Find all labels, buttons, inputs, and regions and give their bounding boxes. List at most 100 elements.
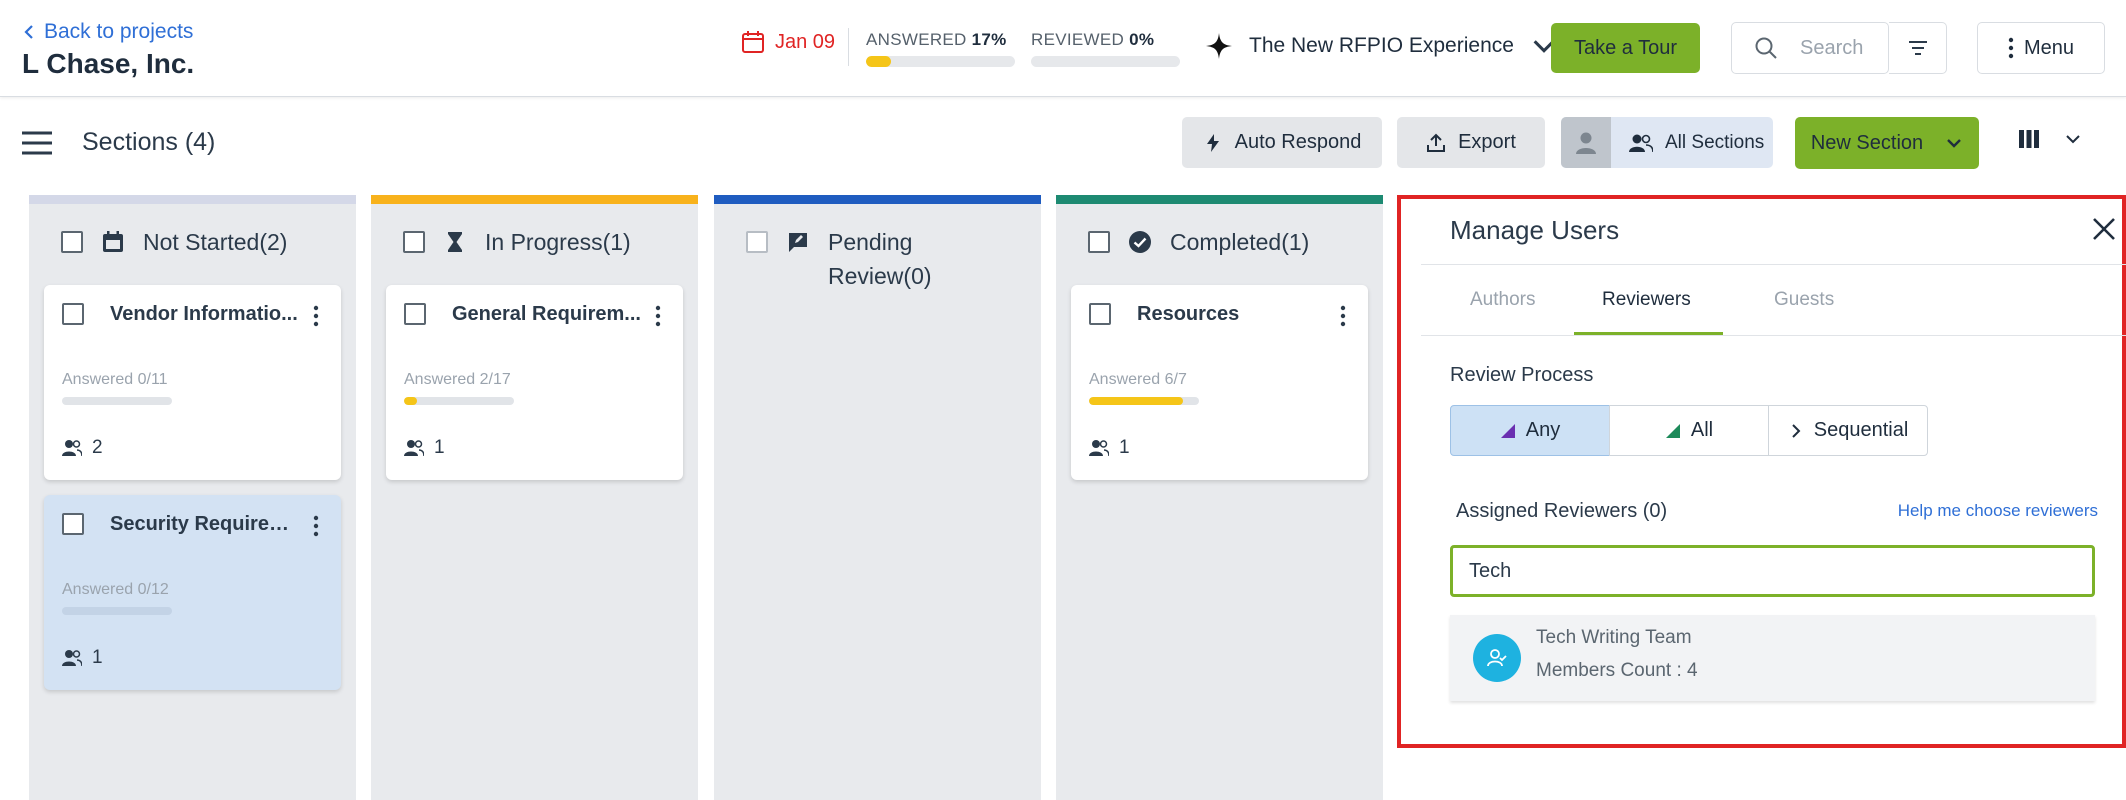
section-card[interactable]: Resources Answered 6/7 1: [1071, 285, 1368, 480]
reviewer-search-input[interactable]: [1450, 545, 2095, 597]
auto-respond-button[interactable]: Auto Respond: [1182, 117, 1382, 168]
review-process-all[interactable]: All: [1609, 405, 1769, 456]
export-label: Export: [1458, 131, 1516, 153]
kebab-icon[interactable]: [313, 305, 319, 327]
card-checkbox[interactable]: [62, 303, 84, 325]
menu-label: Menu: [2023, 36, 2075, 59]
answered-progress-bar: [866, 56, 1015, 67]
close-icon[interactable]: [2092, 217, 2116, 241]
review-icon: [789, 233, 807, 252]
upload-icon: [1427, 133, 1446, 152]
auto-respond-label: Auto Respond: [1234, 131, 1362, 153]
answered-percent: 17%: [971, 30, 1007, 49]
tab-authors[interactable]: Authors: [1470, 289, 1535, 311]
team-icon: [1487, 649, 1507, 667]
review-process-selector: Any All Sequential: [1450, 405, 1928, 456]
card-title: Security Requirem...: [110, 513, 300, 535]
column-status-bar: [714, 195, 1041, 204]
card-user-count: 1: [92, 647, 103, 668]
card-checkbox[interactable]: [404, 303, 426, 325]
users-icon: [62, 440, 82, 457]
review-process-any-label: Any: [1525, 419, 1561, 441]
card-users: 1: [1089, 437, 1130, 459]
hourglass-icon: [448, 232, 462, 252]
review-process-any[interactable]: Any: [1450, 405, 1610, 456]
section-card[interactable]: Security Requirem... Answered 0/12 1: [44, 495, 341, 690]
back-link-label: Back to projects: [44, 20, 194, 43]
column-status-bar: [1056, 195, 1383, 204]
top-header: Back to projects L Chase, Inc. Jan 09 AN…: [0, 0, 2126, 97]
review-process-label: Review Process: [1450, 364, 1594, 386]
card-users: 1: [62, 647, 103, 669]
panel-title: Manage Users: [1450, 215, 1620, 245]
column-checkbox[interactable]: [746, 231, 768, 253]
column-pending-review: Pending Review(0): [714, 195, 1041, 800]
tab-guests[interactable]: Guests: [1774, 289, 1834, 311]
back-to-projects-link[interactable]: Back to projects: [22, 20, 193, 44]
all-sections-toggle[interactable]: All Sections: [1611, 132, 1764, 154]
card-progress-fill: [1089, 397, 1184, 405]
section-card[interactable]: Vendor Informatio... Answered 0/11 2: [44, 285, 341, 480]
card-user-count: 1: [434, 437, 445, 458]
card-progress-bar: [62, 607, 172, 615]
column-title: In Progress(1): [485, 229, 631, 255]
column-checkbox[interactable]: [61, 231, 83, 253]
reviewed-metric: REVIEWED 0%: [1031, 30, 1154, 50]
section-assign-filter[interactable]: All Sections: [1561, 117, 1773, 168]
card-answered: Answered 0/11: [62, 371, 168, 388]
card-title: Vendor Informatio...: [110, 303, 298, 325]
avatar: [1561, 117, 1611, 168]
tab-divider: [1421, 335, 2126, 336]
calendar-icon: [742, 31, 764, 53]
column-checkbox[interactable]: [1088, 231, 1110, 253]
tab-reviewers[interactable]: Reviewers: [1602, 289, 1691, 311]
reviewed-progress-bar: [1031, 56, 1180, 67]
filter-icon: [1908, 41, 1927, 55]
kebab-icon[interactable]: [655, 305, 661, 327]
due-date-label: Jan 09: [775, 30, 836, 53]
manage-users-panel: Manage Users Authors Reviewers Guests Re…: [1397, 195, 2126, 748]
users-icon: [404, 440, 424, 457]
answered-metric: ANSWERED 17%: [866, 30, 1007, 50]
card-progress-fill: [404, 397, 417, 405]
card-user-count: 2: [92, 437, 103, 458]
column-title: Completed(1): [1170, 229, 1310, 255]
kebab-icon[interactable]: [313, 515, 319, 537]
help-choose-reviewers-link[interactable]: Help me choose reviewers: [1898, 501, 2098, 521]
filter-button[interactable]: [1889, 22, 1947, 74]
new-section-button[interactable]: New Section: [1795, 117, 1979, 169]
column-checkbox[interactable]: [403, 231, 425, 253]
lightning-icon: [1206, 133, 1219, 152]
search-box[interactable]: Search: [1731, 22, 1889, 74]
column-title: Not Started(2): [143, 229, 288, 255]
section-card[interactable]: General Requirem... Answered 2/17 1: [386, 285, 683, 480]
column-in-progress: In Progress(1) General Requirem... Answe…: [371, 195, 698, 800]
team-member-count: Members Count : 4: [1536, 660, 1698, 681]
view-toggle[interactable]: [2018, 128, 2082, 150]
column-not-started: Not Started(2) Vendor Informatio... Answ…: [29, 195, 356, 800]
review-process-sequential[interactable]: Sequential: [1768, 405, 1928, 456]
due-date[interactable]: Jan 09: [741, 30, 835, 54]
answered-progress-fill: [866, 56, 892, 67]
search-icon: [1755, 37, 1777, 59]
column-title-line: Pending: [828, 229, 913, 255]
card-checkbox[interactable]: [1089, 303, 1111, 325]
card-progress-bar: [1089, 397, 1199, 405]
reviewed-percent: 0%: [1129, 30, 1155, 49]
hamburger-menu-icon[interactable]: [22, 130, 52, 156]
column-header: Pending Review(0): [714, 225, 1041, 293]
users-icon: [1629, 134, 1653, 152]
menu-button[interactable]: Menu: [1977, 22, 2105, 74]
column-title-line: Review(0): [828, 263, 932, 289]
kebab-icon[interactable]: [1340, 305, 1346, 327]
card-user-count: 1: [1119, 437, 1130, 458]
calendar-icon: [103, 231, 123, 252]
export-button[interactable]: Export: [1397, 117, 1545, 168]
card-users: 2: [62, 437, 103, 459]
experience-dropdown[interactable]: The New RFPIO Experience: [1205, 32, 1558, 60]
card-checkbox[interactable]: [62, 513, 84, 535]
column-title: Pending Review(0): [828, 225, 932, 293]
column-header: Not Started(2): [29, 225, 356, 259]
take-a-tour-button[interactable]: Take a Tour: [1551, 23, 1700, 73]
card-answered: Answered 0/12: [62, 581, 169, 598]
